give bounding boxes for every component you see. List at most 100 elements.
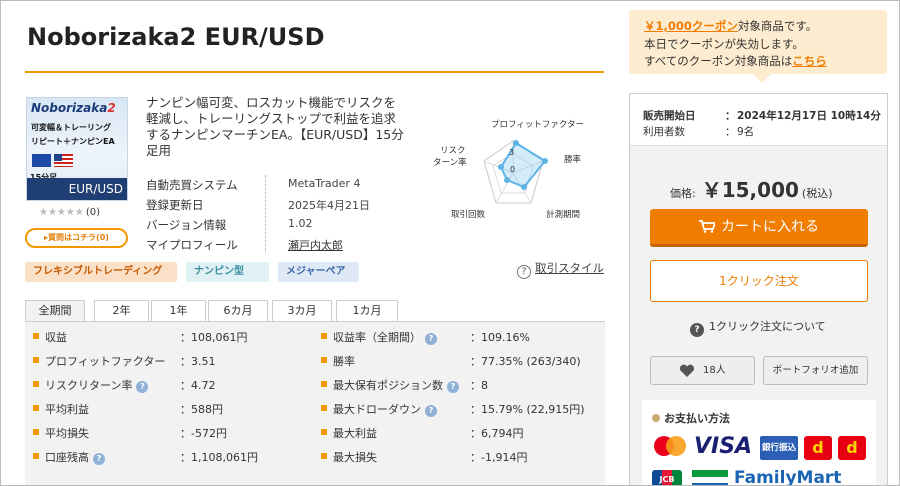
radar-point xyxy=(521,184,527,190)
familymart-logo: FamilyMart xyxy=(734,468,842,486)
page-frame: Noborizaka2 EUR/USD Noborizaka2 可変幅＆トレーリ… xyxy=(0,0,900,486)
help-icon[interactable]: ? xyxy=(93,453,105,465)
question-button[interactable]: ▸質問はコチラ(0) xyxy=(25,228,128,248)
one-click-help-link[interactable]: ? 1クリック注文について xyxy=(690,318,826,337)
stat-value: ：109.16% xyxy=(470,331,530,344)
info-label: マイプロフィール xyxy=(146,238,238,252)
coupon-all-link[interactable]: こちら xyxy=(792,54,827,68)
price-tax: (税込) xyxy=(801,187,833,200)
cart-icon xyxy=(699,220,715,233)
thumb-pair: EUR/USD xyxy=(68,182,123,196)
favorite-count: 18人 xyxy=(703,365,726,376)
stat-value: ：6,794円 xyxy=(470,427,524,440)
stats-panel: 収益 ：108,061円 収益率（全期間）? ：109.16% プロフィットファ… xyxy=(25,322,605,485)
tab-2y[interactable]: 2年 xyxy=(94,300,149,322)
tab-6m[interactable]: 6カ月 xyxy=(208,300,268,322)
stat-value: ：8 xyxy=(470,379,488,392)
add-to-cart-button[interactable]: カートに入れる xyxy=(650,209,868,247)
d-barai-icon: d xyxy=(838,436,866,460)
coupon-pointer xyxy=(753,74,771,83)
stat-label: 平均利益 xyxy=(45,403,89,416)
product-info-table: 自動売買システム MetaTrader 4 登録更新日 2025年4月21日 バ… xyxy=(146,175,396,255)
help-icon[interactable]: ? xyxy=(425,333,437,345)
one-click-order-button[interactable]: 1クリック注文 xyxy=(650,260,868,302)
eu-flag-icon xyxy=(32,154,51,167)
profile-link[interactable]: 瀬戸内太郎 xyxy=(288,237,343,253)
coupon-link[interactable]: ￥1,000クーポン xyxy=(644,19,738,33)
stats-row: 平均損失 ：-572円 最大利益 ：6,794円 xyxy=(25,420,605,444)
bullet-icon xyxy=(33,381,39,387)
tag-nanpin[interactable]: ナンピン型 xyxy=(186,262,269,282)
heart-icon xyxy=(679,364,695,377)
stats-row: 平均利益 ：588円 最大ドローダウン? ：15.79% (22,915円) xyxy=(25,396,605,420)
bullet-icon xyxy=(321,405,327,411)
tag-flexible[interactable]: フレキシブルトレーディング xyxy=(25,262,177,282)
info-separator xyxy=(265,175,266,253)
bullet-icon xyxy=(33,453,39,459)
radar-point xyxy=(513,140,519,146)
trade-style-link[interactable]: ? 取引スタイル xyxy=(517,260,604,279)
familymart-stripe-icon xyxy=(692,470,728,485)
stat-label: 収益 xyxy=(45,331,67,344)
tab-1y[interactable]: 1年 xyxy=(151,300,206,322)
stats-row: プロフィットファクター ：3.51 勝率 ：77.35% (263/340) xyxy=(25,348,605,372)
price: 価格: ￥15,000 (税込) xyxy=(670,174,870,203)
trade-style-label: 取引スタイル xyxy=(535,261,604,275)
help-icon[interactable]: ? xyxy=(447,381,459,393)
us-flag-icon xyxy=(54,154,73,167)
radar-label-trades: 取引回数 xyxy=(451,209,486,220)
radar-label-period: 計測期間 xyxy=(546,209,580,220)
sale-info: 販売開始日 ： 2024年12月17日 10時14分 利用者数 ： 9名 xyxy=(630,94,887,146)
info-label: 登録更新日 xyxy=(146,198,204,212)
stats-row: 収益 ：108,061円 収益率（全期間）? ：109.16% xyxy=(25,324,605,348)
tab-1m[interactable]: 1カ月 xyxy=(336,300,398,322)
coupon-line3: すべてのクーポン対象商品はこちら xyxy=(644,54,827,68)
info-label: バージョン情報 xyxy=(146,218,227,232)
stat-label: 最大損失 xyxy=(333,451,377,464)
info-value: 2025年4月21日 xyxy=(288,199,370,212)
bullet-icon xyxy=(33,405,39,411)
title-divider xyxy=(25,71,604,73)
stat-value: ：588円 xyxy=(180,403,223,416)
stat-value: ：-572円 xyxy=(180,427,227,440)
info-row: 自動売買システム MetaTrader 4 xyxy=(146,175,396,195)
radar-point xyxy=(542,158,548,164)
help-circle-icon: ? xyxy=(690,323,704,337)
radar-label-winrate: 勝率 xyxy=(564,154,582,165)
stat-label: プロフィットファクター xyxy=(45,355,166,368)
stat-value: ：1,108,061円 xyxy=(180,451,258,464)
rating: ★★★★★ (0) xyxy=(39,207,100,218)
radar-label-return: ターン率 xyxy=(433,157,467,168)
add-portfolio-button[interactable]: ポートフォリオ追加 xyxy=(763,356,868,385)
coupon-line1: ￥1,000クーポン対象商品です。 xyxy=(644,19,818,33)
stat-label: 最大ドローダウン? xyxy=(333,401,437,417)
stat-label: リスクリターン率? xyxy=(45,377,149,393)
release-label: 販売開始日 xyxy=(643,110,696,122)
info-value: 1.02 xyxy=(288,217,313,230)
info-row: マイプロフィール 瀬戸内太郎 xyxy=(146,235,396,255)
d-payment-icon: d xyxy=(804,436,832,460)
tab-all[interactable]: 全期間 xyxy=(25,300,85,322)
radar-scale-0: 0 xyxy=(510,165,515,174)
stat-label: 収益率（全期間）? xyxy=(333,329,437,345)
stat-value: ：4.72 xyxy=(180,379,216,392)
info-row: 登録更新日 2025年4月21日 xyxy=(146,195,396,215)
users-row: 利用者数 ： 9名 xyxy=(643,126,755,138)
product-title: Noborizaka2 EUR/USD xyxy=(27,23,325,51)
currency-flags xyxy=(32,154,74,168)
release-value: 2024年12月17日 10時14分 xyxy=(737,110,881,122)
stat-value: ：108,061円 xyxy=(180,331,248,344)
jcb-logo: JCB xyxy=(652,470,682,485)
tag-major-pair[interactable]: メジャーペア xyxy=(278,262,359,282)
favorite-button[interactable]: 18人 xyxy=(650,356,755,385)
tab-3m[interactable]: 3カ月 xyxy=(272,300,332,322)
product-thumbnail[interactable]: Noborizaka2 可変幅＆トレーリング リピート＋ナンピンEA 15分足 … xyxy=(26,97,128,201)
help-icon[interactable]: ? xyxy=(136,381,149,393)
bullet-icon xyxy=(33,333,39,339)
cart-label: カートに入れる xyxy=(721,219,819,235)
bullet-icon xyxy=(321,381,327,387)
help-icon[interactable]: ? xyxy=(425,405,437,417)
price-value: ￥15,000 xyxy=(701,178,799,202)
users-value: 9名 xyxy=(737,126,755,138)
coupon-line2: 本日でクーポンが失効します。 xyxy=(644,37,804,51)
